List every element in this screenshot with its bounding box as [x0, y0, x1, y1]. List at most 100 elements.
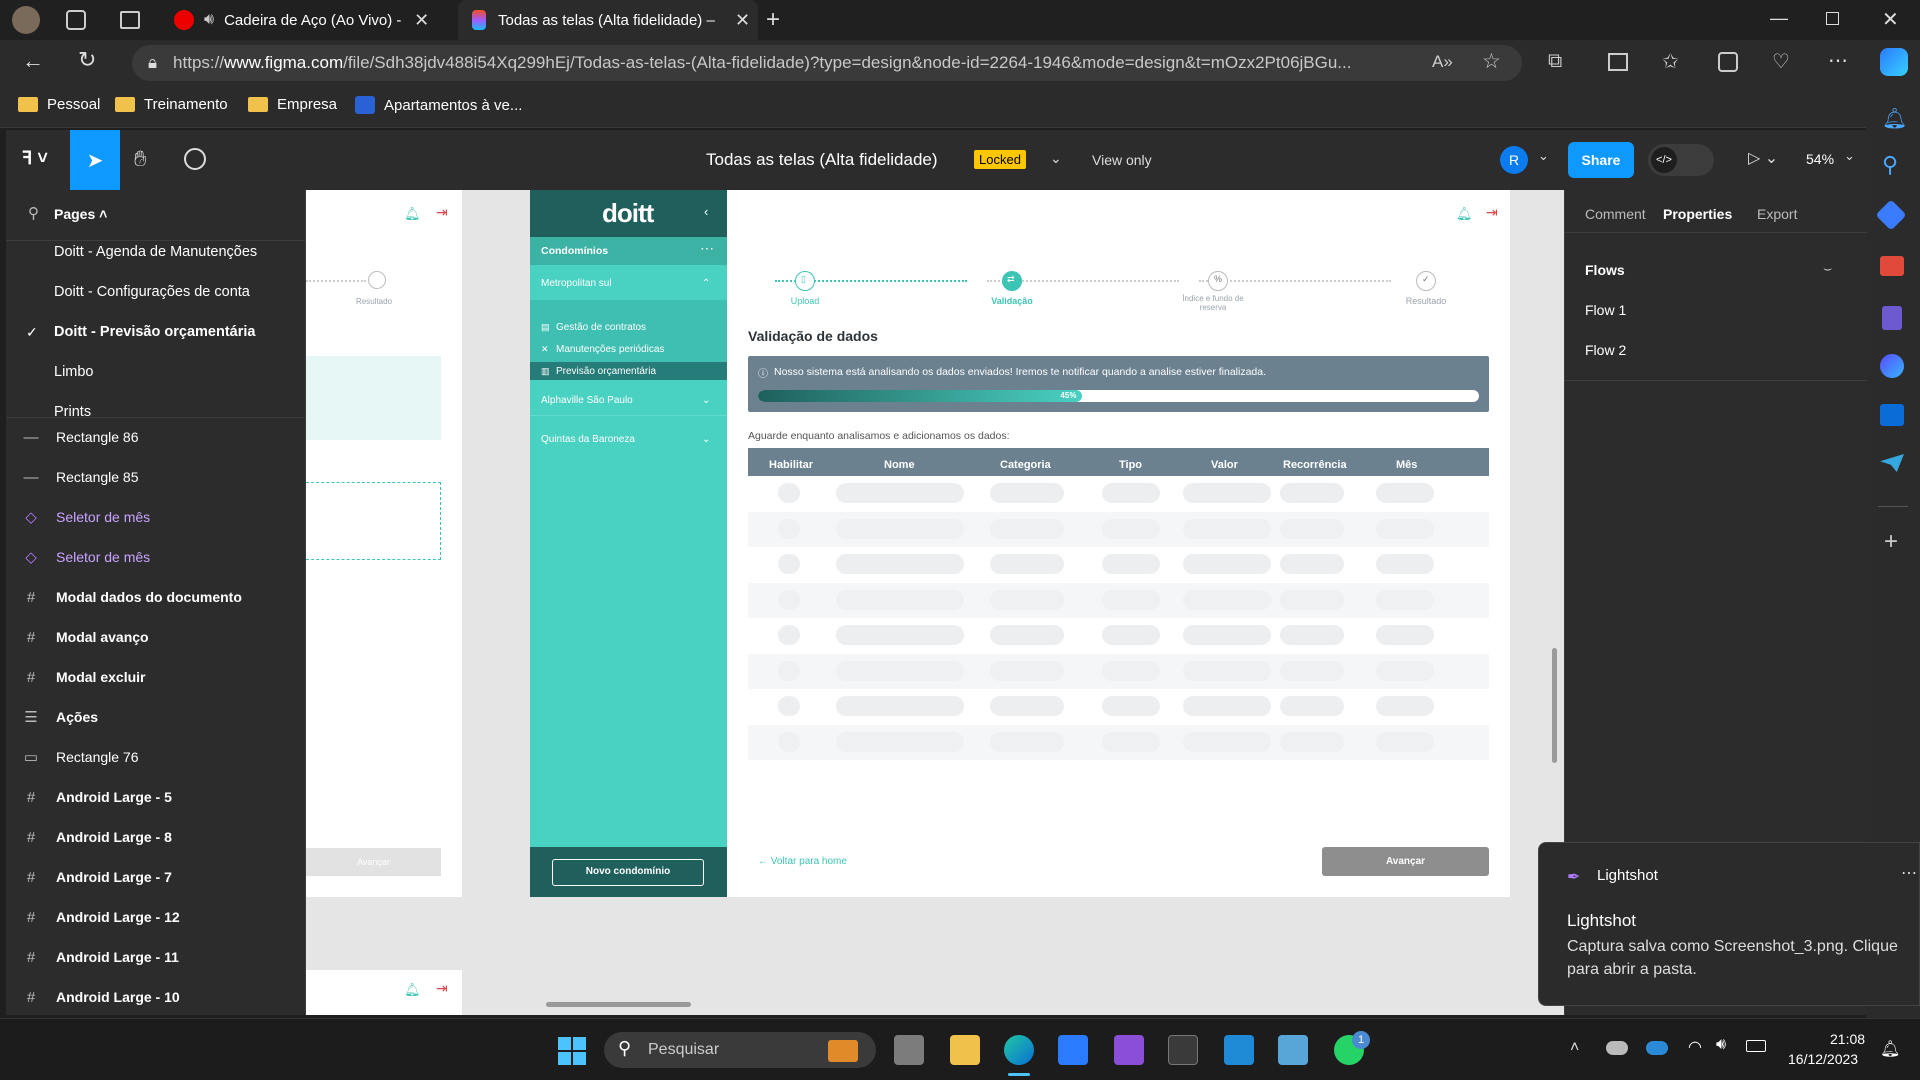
- chevron-down-icon[interactable]: ⌄: [1050, 150, 1062, 167]
- bookmark-pessoal[interactable]: Pessoal: [18, 96, 100, 113]
- share-button[interactable]: Share: [1568, 142, 1634, 178]
- task-view-icon[interactable]: [894, 1035, 924, 1065]
- clock-date[interactable]: 16/12/2023: [1788, 1051, 1858, 1067]
- favorites-icon[interactable]: ✩: [1662, 49, 1679, 74]
- vscode-icon[interactable]: [1224, 1035, 1254, 1065]
- layer-item[interactable]: ◇ Seletor de mês: [6, 497, 305, 537]
- move-tool-button[interactable]: ➤: [70, 130, 120, 190]
- logout-icon[interactable]: ⇥: [1486, 204, 1498, 221]
- notification-toast[interactable]: ✒︎ Lightshot ⋯ Lightshot Captura salva c…: [1538, 842, 1920, 1006]
- tab-export[interactable]: Export: [1757, 206, 1797, 222]
- layer-item[interactable]: # Android Large - 11: [6, 937, 305, 977]
- bookmark-empresa[interactable]: Empresa: [248, 96, 337, 113]
- shopping-icon[interactable]: [1875, 199, 1907, 231]
- group-quintas[interactable]: Quintas da Baroneza ⌄: [530, 424, 727, 454]
- user-avatar[interactable]: R: [1500, 146, 1528, 174]
- cloud-icon[interactable]: [1646, 1041, 1668, 1055]
- layer-item[interactable]: # Android Large - 10: [6, 977, 305, 1015]
- layer-item[interactable]: # Modal avanço: [6, 617, 305, 657]
- page-item-current[interactable]: Doitt - Previsão orçamentária: [54, 324, 255, 340]
- chevron-down-icon[interactable]: ⌄: [1844, 148, 1855, 164]
- figma-menu-icon[interactable]: ꟻ ˅: [22, 148, 48, 169]
- sidebar-item-gestao[interactable]: ▤ Gestão de contratos: [530, 318, 727, 336]
- search-icon[interactable]: ⚲: [28, 204, 39, 222]
- layer-item[interactable]: # Android Large - 12: [6, 897, 305, 937]
- flow-item[interactable]: Flow 2: [1585, 342, 1626, 358]
- favorite-star-icon[interactable]: ☆: [1482, 49, 1501, 74]
- tools-icon[interactable]: [1880, 256, 1904, 276]
- taskbar-search[interactable]: ⚲ Pesquisar: [604, 1032, 876, 1068]
- terminal-icon[interactable]: [1168, 1035, 1198, 1065]
- comment-tool-icon[interactable]: [184, 148, 206, 170]
- vertical-tabs-icon[interactable]: [120, 11, 140, 29]
- design-frame[interactable]: doitt ‹ Condomínios ⋯ Metropolitan sul ⌃…: [530, 190, 1510, 897]
- telegram-icon[interactable]: [1880, 454, 1904, 472]
- tab-youtube[interactable]: 🔊︎ Cadeira de Aço (Ao Vivo) - Y ✕: [160, 0, 455, 40]
- vertical-scrollbar[interactable]: [1552, 648, 1557, 763]
- microsoft-store-icon[interactable]: [1058, 1035, 1088, 1065]
- more-icon[interactable]: ⋯: [1901, 863, 1917, 883]
- collapse-chevron-icon[interactable]: ‹: [704, 204, 708, 219]
- windows-start-icon[interactable]: [558, 1037, 586, 1065]
- present-play-icon[interactable]: ▷ ⌄: [1748, 148, 1778, 168]
- hide-eye-icon[interactable]: ⌣: [1823, 260, 1832, 277]
- bookmark-treinamento[interactable]: Treinamento: [115, 96, 228, 113]
- edge-browser-icon[interactable]: [1004, 1035, 1034, 1065]
- page-item[interactable]: Limbo: [54, 364, 94, 380]
- more-icon[interactable]: ⋯: [700, 240, 714, 257]
- games-icon[interactable]: [1882, 306, 1902, 330]
- layer-item[interactable]: # Modal excluir: [6, 657, 305, 697]
- hand-tool-icon[interactable]: ✋︎: [134, 146, 147, 172]
- new-condominio-button[interactable]: Novo condomínio: [552, 859, 704, 886]
- layer-item[interactable]: # Android Large - 5: [6, 777, 305, 817]
- close-window-icon[interactable]: ✕: [1882, 7, 1899, 32]
- layer-item[interactable]: # Android Large - 8: [6, 817, 305, 857]
- file-title[interactable]: Todas as telas (Alta fidelidade): [706, 150, 938, 170]
- volume-icon[interactable]: 🔊︎: [1716, 1036, 1726, 1054]
- back-icon[interactable]: ←: [22, 48, 44, 74]
- page-item[interactable]: Doitt - Configurações de conta: [54, 284, 250, 300]
- bell-icon[interactable]: 🔔︎: [1456, 206, 1473, 222]
- app-icon[interactable]: [1278, 1035, 1308, 1065]
- close-tab-icon[interactable]: ✕: [414, 10, 429, 31]
- flow-item[interactable]: Flow 1: [1585, 302, 1626, 318]
- file-explorer-icon[interactable]: [950, 1035, 980, 1065]
- layer-item[interactable]: ▭ Rectangle 76: [6, 737, 305, 777]
- layer-item[interactable]: # Android Large - 7: [6, 857, 305, 897]
- layer-item[interactable]: ☰ Ações: [6, 697, 305, 737]
- battery-icon[interactable]: [1746, 1040, 1766, 1052]
- layer-item[interactable]: — Rectangle 85: [6, 457, 305, 497]
- group-metropolitan-sul[interactable]: Metropolitan sul ⌃: [530, 268, 727, 298]
- advance-button[interactable]: Avançar: [1322, 847, 1489, 876]
- chevron-down-icon[interactable]: ⌄: [1538, 148, 1549, 164]
- notification-bell-icon[interactable]: 🔔︎: [1880, 1039, 1900, 1059]
- notifications-bell-icon[interactable]: 🔔︎: [1882, 106, 1907, 131]
- copilot-icon[interactable]: [1880, 48, 1908, 76]
- new-tab-icon[interactable]: +: [766, 6, 780, 34]
- page-item[interactable]: Prints: [54, 404, 91, 418]
- read-aloud-icon[interactable]: A»: [1432, 52, 1453, 72]
- add-icon[interactable]: +: [1884, 528, 1898, 556]
- horizontal-scrollbar[interactable]: [546, 1002, 691, 1007]
- layer-item[interactable]: # Modal dados do documento: [6, 577, 305, 617]
- zoom-level[interactable]: 54%: [1806, 151, 1834, 167]
- tab-properties[interactable]: Properties: [1663, 206, 1732, 222]
- minimize-icon[interactable]: —: [1770, 8, 1788, 29]
- tab-figma[interactable]: Todas as telas (Alta fidelidade) – ✕: [458, 0, 758, 40]
- layer-item[interactable]: — Rectangle 86: [6, 417, 305, 457]
- sidebar-item-previsao[interactable]: ▥ Previsão orçamentária: [530, 362, 727, 380]
- tab-comment[interactable]: Comment: [1585, 206, 1646, 222]
- profile-avatar[interactable]: [12, 6, 40, 34]
- extensions-icon[interactable]: ⧉: [1548, 50, 1562, 73]
- canvas[interactable]: 🔔︎ ⇥ Resultado Avançar 🔔︎ ⇥ doitt ‹ Cond…: [306, 190, 1564, 1015]
- restore-icon[interactable]: [1826, 12, 1839, 25]
- split-screen-icon[interactable]: [1608, 53, 1628, 71]
- visual-studio-icon[interactable]: [1114, 1035, 1144, 1065]
- onedrive-icon[interactable]: [1606, 1041, 1628, 1055]
- wifi-icon[interactable]: ◠: [1688, 1037, 1702, 1057]
- copilot-sidebar-icon[interactable]: [1880, 354, 1904, 378]
- url-field[interactable]: 🔒︎ https://www.figma.com/file/Sdh38jdv48…: [132, 45, 1522, 81]
- back-home-link[interactable]: ← Voltar para home: [758, 856, 847, 867]
- pages-header[interactable]: Pages ˄: [54, 206, 107, 222]
- outlook-icon[interactable]: [1880, 404, 1904, 426]
